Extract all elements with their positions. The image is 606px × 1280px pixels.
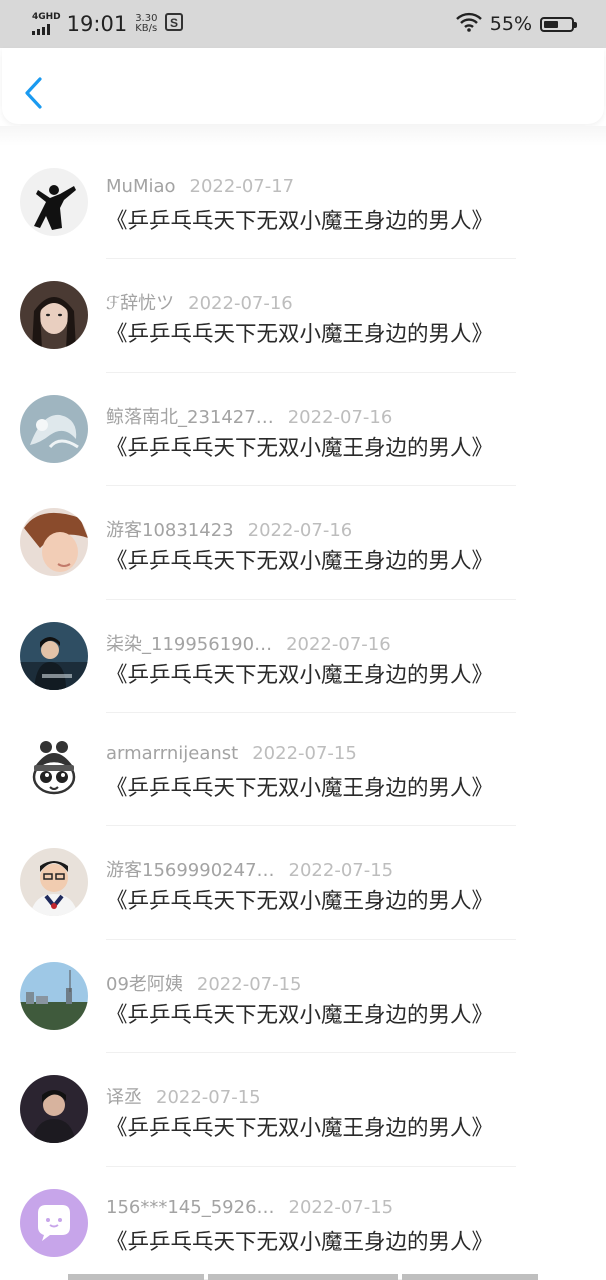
network-speed: 3.30 KB/s: [135, 14, 157, 34]
comment-date: 2022-07-16: [287, 406, 393, 428]
username[interactable]: 156***145_5926…: [106, 1197, 275, 1218]
network-indicator: 4GHD: [32, 13, 61, 35]
comment-row[interactable]: 译丞 2022-07-15 《乒乒乓乓天下无双小魔王身边的男人》: [0, 1053, 606, 1167]
avatar[interactable]: [20, 961, 88, 1030]
wifi-icon: [455, 12, 482, 36]
username[interactable]: MuMiao: [106, 176, 176, 197]
signal-icon: [32, 24, 50, 35]
comment-date: 2022-07-16: [247, 520, 353, 542]
avatar[interactable]: [20, 1075, 88, 1144]
comment-date: 2022-07-15: [288, 860, 394, 882]
username[interactable]: 游客10831423: [106, 520, 234, 541]
comment-list: MuMiao 2022-07-17 《乒乒乓乓天下无双小魔王身边的男人》 ℱ辞忧ツ 20…: [0, 146, 606, 1280]
comment-date: 2022-07-15: [252, 742, 357, 764]
comment-row[interactable]: 09老阿姨 2022-07-15 《乒乒乓乓天下无双小魔王身边的男人》: [0, 940, 606, 1054]
username[interactable]: 09老阿姨: [106, 974, 183, 995]
comment-row[interactable]: 游客10831423 2022-07-16 《乒乒乓乓天下无双小魔王身边的男人》: [0, 486, 606, 600]
comment-date: 2022-07-17: [189, 176, 295, 197]
comment-text: 《乒乒乓乓天下无双小魔王身边的男人》: [106, 662, 494, 688]
comment-row[interactable]: ℱ辞忧ツ 2022-07-16 《乒乒乓乓天下无双小魔王身边的男人》: [0, 259, 606, 373]
comment-date: 2022-07-16: [188, 293, 293, 315]
comment-text: 《乒乒乓乓天下无双小魔王身边的男人》: [106, 1116, 494, 1142]
clock: 19:01: [66, 12, 128, 36]
top-bar: [2, 48, 604, 124]
avatar[interactable]: [20, 621, 88, 690]
comment-text: 《乒乒乓乓天下无双小魔王身边的男人》: [106, 322, 494, 348]
avatar[interactable]: [20, 1188, 88, 1257]
avatar[interactable]: [20, 734, 88, 803]
status-bar: 4GHD 19:01 3.30 KB/s S 55%: [0, 0, 606, 48]
username[interactable]: 译丞: [106, 1087, 142, 1108]
avatar[interactable]: [20, 281, 88, 350]
network-type: 4GHD: [32, 12, 61, 22]
battery-icon: [540, 16, 577, 32]
comment-meta: 09老阿姨 2022-07-15: [106, 970, 302, 996]
comment-row[interactable]: armarrnijeanst 2022-07-15 《乒乒乓乓天下无双小魔王身边的男…: [0, 713, 606, 827]
username[interactable]: 柒染_119956190…: [106, 634, 272, 655]
comment-row[interactable]: 游客1569990247… 2022-07-15 《乒乒乓乓天下无双小魔王身边的男人…: [0, 826, 606, 940]
bottom-scroll-indicator: [0, 1274, 606, 1280]
battery-fill: [544, 20, 559, 28]
comment-meta: 柒染_119956190… 2022-07-16: [106, 630, 391, 656]
comment-meta: 鲸落南北_231427… 2022-07-16: [106, 403, 392, 429]
avatar[interactable]: [20, 394, 88, 463]
comment-row[interactable]: 鲸落南北_231427… 2022-07-16 《乒乒乓乓天下无双小魔王身边的男人》: [0, 373, 606, 487]
comment-meta: MuMiao 2022-07-17: [106, 176, 294, 197]
username[interactable]: 游客1569990247…: [106, 860, 275, 881]
indicator-segment: [208, 1274, 398, 1280]
indicator-segment: [402, 1274, 538, 1280]
status-right: 55%: [455, 12, 577, 36]
avatar[interactable]: [20, 508, 88, 577]
comment-meta: 156***145_5926… 2022-07-15: [106, 1197, 393, 1218]
comment-row[interactable]: MuMiao 2022-07-17 《乒乒乓乓天下无双小魔王身边的男人》: [0, 146, 606, 260]
battery-percent: 55%: [489, 13, 532, 35]
comment-text: 《乒乒乓乓天下无双小魔王身边的男人》: [106, 435, 494, 461]
comment-text: 《乒乒乓乓天下无双小魔王身边的男人》: [106, 1002, 494, 1028]
username[interactable]: ℱ辞忧ツ: [106, 293, 174, 314]
svg-text:S: S: [170, 16, 178, 30]
header-shadow: [0, 126, 606, 146]
comment-text: 《乒乒乓乓天下无双小魔王身边的男人》: [106, 889, 494, 915]
comment-meta: 游客10831423 2022-07-16: [106, 516, 352, 542]
notification-app-icon: S: [165, 13, 184, 35]
comment-date: 2022-07-15: [288, 1196, 394, 1218]
comment-meta: 译丞 2022-07-15: [106, 1083, 261, 1109]
speed-unit: KB/s: [135, 23, 158, 34]
comment-meta: 游客1569990247… 2022-07-15: [106, 856, 393, 882]
username[interactable]: 鲸落南北_231427…: [106, 407, 274, 428]
back-button[interactable]: [22, 76, 52, 110]
avatar[interactable]: [20, 848, 88, 917]
comment-text: 《乒乒乓乓天下无双小魔王身边的男人》: [106, 1229, 494, 1255]
avatar[interactable]: [20, 168, 88, 236]
comment-row[interactable]: 柒染_119956190… 2022-07-16 《乒乒乓乓天下无双小魔王身边的男人…: [0, 600, 606, 713]
chevron-left-icon: [25, 77, 42, 109]
comment-row[interactable]: 156***145_5926… 2022-07-15 《乒乒乓乓天下无双小魔王身边的…: [0, 1167, 606, 1280]
comment-text: 《乒乒乓乓天下无双小魔王身边的男人》: [106, 209, 494, 234]
comment-text: 《乒乒乓乓天下无双小魔王身边的男人》: [106, 549, 494, 575]
indicator-segment: [68, 1274, 204, 1280]
comment-date: 2022-07-16: [286, 633, 391, 655]
comment-date: 2022-07-15: [156, 1087, 261, 1109]
comment-date: 2022-07-15: [196, 973, 302, 995]
comment-meta: armarrnijeanst 2022-07-15: [106, 743, 357, 764]
comment-meta: ℱ辞忧ツ 2022-07-16: [106, 289, 293, 315]
comment-text: 《乒乒乓乓天下无双小魔王身边的男人》: [106, 775, 494, 801]
username[interactable]: armarrnijeanst: [106, 743, 238, 764]
